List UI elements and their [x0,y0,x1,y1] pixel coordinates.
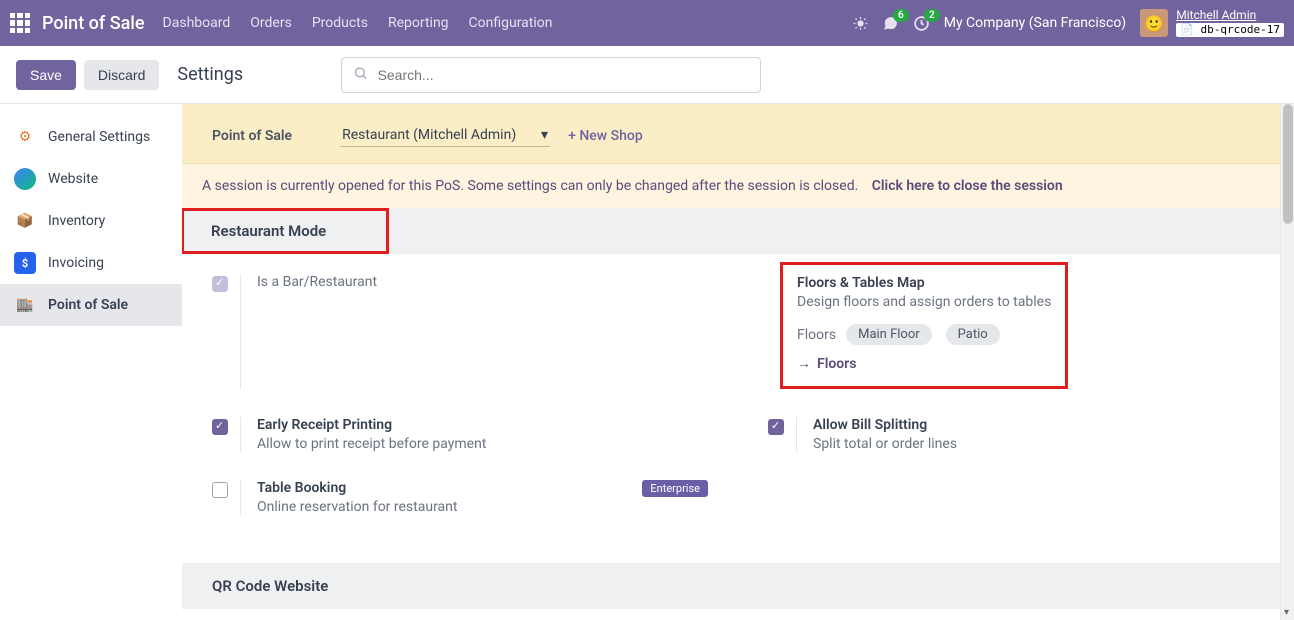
sidebar-item-label: Point of Sale [48,297,128,313]
save-button[interactable]: Save [16,60,76,90]
warning-text: A session is currently opened for this P… [202,178,858,194]
floors-map-highlight: Floors & Tables Map Design floors and as… [780,262,1068,389]
sidebar-item-general[interactable]: ⚙ General Settings [0,116,182,158]
floors-link[interactable]: → Floors [797,355,856,372]
bug-icon[interactable] [853,16,868,31]
option-table-booking-desc: Online reservation for restaurant [257,499,457,515]
enterprise-badge: Enterprise [642,480,708,497]
search-icon [353,65,368,84]
search-input[interactable] [341,57,761,93]
settings-sidebar: ⚙ General Settings Website 📦 Inventory $… [0,104,182,620]
discard-button[interactable]: Discard [84,60,159,90]
sidebar-item-label: Website [48,171,98,187]
close-session-link[interactable]: Click here to close the session [872,178,1063,194]
sidebar-item-label: General Settings [48,129,150,145]
invoice-icon: $ [14,252,36,274]
section-title: Restaurant Mode [182,208,389,254]
apps-icon[interactable] [10,13,30,33]
gear-icon: ⚙ [14,126,36,148]
checkbox-is-bar[interactable] [212,276,228,292]
scroll-down-icon[interactable]: ▾ [1284,607,1289,618]
option-is-bar-label: Is a Bar/Restaurant [257,274,377,290]
db-name: 📄 db-qrcode-17 [1176,23,1284,37]
scrollbar[interactable]: ▾ [1280,104,1294,620]
menu-products[interactable]: Products [312,15,368,31]
option-floors-title: Floors & Tables Map [797,275,1051,291]
option-early-receipt-title: Early Receipt Printing [257,417,486,433]
floor-tag[interactable]: Patio [946,324,1000,345]
option-early-receipt-desc: Allow to print receipt before payment [257,436,486,452]
new-shop-link[interactable]: + New Shop [568,128,643,144]
box-icon: 📦 [14,210,36,232]
sidebar-item-label: Invoicing [48,255,104,271]
arrow-right-icon: → [797,355,811,372]
company-selector[interactable]: My Company (San Francisco) [944,15,1126,31]
menu-reporting[interactable]: Reporting [388,15,449,31]
chat-badge: 6 [893,9,909,22]
sidebar-item-invoicing[interactable]: $ Invoicing [0,242,182,284]
sidebar-item-pos[interactable]: 🏬 Point of Sale [0,284,182,326]
scrollbar-thumb[interactable] [1283,104,1293,224]
session-warning: A session is currently opened for this P… [182,164,1294,208]
pos-select[interactable]: Restaurant (Mitchell Admin) ▾ [340,124,550,147]
menu-dashboard[interactable]: Dashboard [163,15,231,31]
chevron-down-icon: ▾ [541,127,548,143]
option-bill-split-title: Allow Bill Splitting [813,417,957,433]
sidebar-item-inventory[interactable]: 📦 Inventory [0,200,182,242]
option-floors-desc: Design floors and assign orders to table… [797,294,1051,310]
menu-configuration[interactable]: Configuration [469,15,553,31]
section-title: QR Code Website [212,577,328,595]
pos-selector-bar: Point of Sale Restaurant (Mitchell Admin… [182,104,1294,164]
section-qr-website: QR Code Website [182,563,1294,609]
option-bill-split-desc: Split total or order lines [813,436,957,452]
floors-label: Floors [797,327,836,343]
app-brand[interactable]: Point of Sale [42,13,145,34]
user-menu[interactable]: Mitchell Admin 📄 db-qrcode-17 [1176,9,1284,37]
activity-icon[interactable]: 2 [913,15,930,32]
section-restaurant-mode: Restaurant Mode [182,208,1294,254]
settings-content: Point of Sale Restaurant (Mitchell Admin… [182,104,1294,620]
avatar[interactable]: 🙂 [1140,9,1168,37]
chat-icon[interactable]: 6 [882,15,899,32]
checkbox-bill-split[interactable] [768,419,784,435]
option-table-booking-title: Table Booking [257,480,457,496]
page-title: Settings [177,64,243,85]
sidebar-item-label: Inventory [48,213,105,229]
top-navbar: Point of Sale Dashboard Orders Products … [0,0,1294,46]
pos-label: Point of Sale [212,128,292,144]
shop-icon: 🏬 [14,294,36,316]
globe-icon [14,168,36,190]
user-name: Mitchell Admin [1176,9,1284,22]
activity-badge: 2 [924,9,940,22]
checkbox-early-receipt[interactable] [212,419,228,435]
sidebar-item-website[interactable]: Website [0,158,182,200]
action-bar: Save Discard Settings [0,46,1294,104]
menu-orders[interactable]: Orders [250,15,292,31]
floor-tag[interactable]: Main Floor [846,324,932,345]
checkbox-table-booking[interactable] [212,482,228,498]
